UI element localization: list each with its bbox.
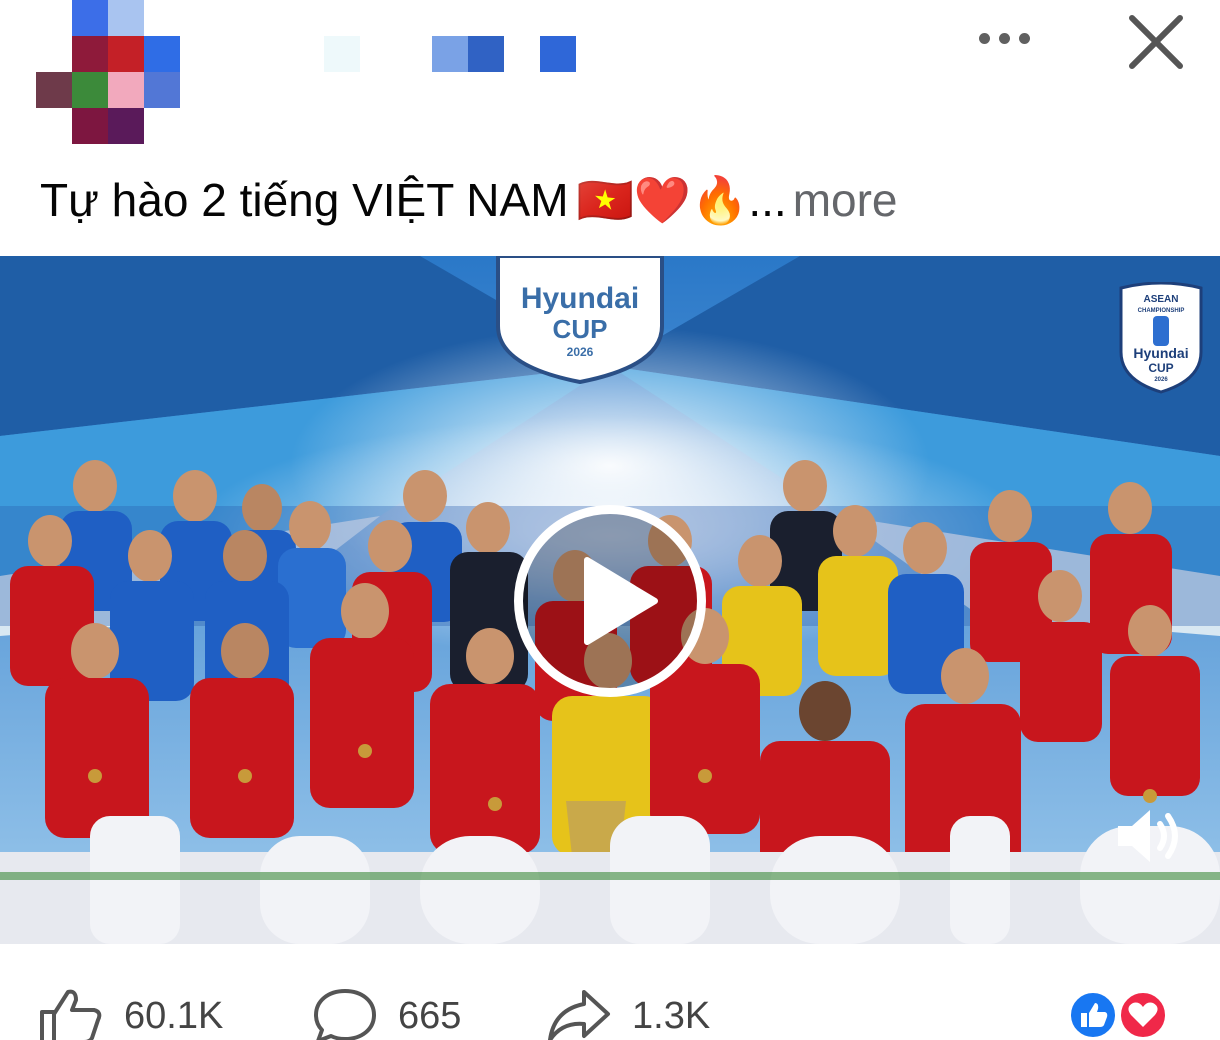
- backdrop-brand: Hyundai: [521, 282, 639, 315]
- author-name-block: [468, 36, 504, 72]
- post-actions-bar: 60.1K 665 1.3K: [0, 970, 1220, 1040]
- comment-count: 665: [398, 994, 462, 1037]
- comment-icon: [314, 989, 376, 1040]
- close-icon: [1129, 15, 1183, 69]
- like-reaction-icon: [1068, 990, 1118, 1040]
- thumbs-up-icon: [40, 989, 102, 1040]
- post-caption: Tự hào 2 tiếng VIỆT NAM 🇻🇳❤️🔥 ... more: [40, 170, 898, 230]
- logo-asean: ASEAN: [1143, 294, 1178, 305]
- caption-emojis: 🇻🇳❤️🔥: [576, 173, 749, 226]
- share-count: 1.3K: [632, 994, 711, 1037]
- logo-brand: Hyundai: [1133, 345, 1188, 361]
- play-button[interactable]: [514, 505, 706, 697]
- comment-button[interactable]: 665: [312, 988, 461, 1040]
- logo-cup: CUP: [1148, 361, 1173, 375]
- author-name[interactable]: [324, 36, 360, 72]
- speaker-icon: [1118, 810, 1178, 862]
- logo-championship: CHAMPIONSHIP: [1138, 308, 1185, 314]
- backdrop-year: 2026: [567, 345, 594, 359]
- tournament-logo: ASEAN CHAMPIONSHIP Hyundai CUP 2026: [1117, 281, 1205, 394]
- menu-dot: [998, 32, 1010, 44]
- avatar[interactable]: [36, 0, 180, 144]
- menu-dot: [1018, 32, 1030, 44]
- play-icon: [584, 557, 658, 645]
- more-options-button[interactable]: [968, 18, 1040, 58]
- like-count: 60.1K: [124, 994, 224, 1037]
- more-horizontal-icon: [978, 32, 990, 44]
- caption-ellipsis: ...: [748, 174, 787, 226]
- reactions-summary[interactable]: [1068, 990, 1178, 1040]
- see-more-link[interactable]: more: [793, 173, 898, 227]
- author-name-block: [432, 36, 468, 72]
- author-name-block: [540, 36, 576, 72]
- love-reaction-icon: [1118, 990, 1168, 1040]
- close-button[interactable]: [1122, 8, 1190, 76]
- like-button[interactable]: 60.1K: [38, 988, 223, 1040]
- caption-text: Tự hào 2 tiếng VIỆT NAM: [40, 174, 569, 226]
- share-button[interactable]: 1.3K: [546, 988, 710, 1040]
- post-header: [0, 0, 1220, 150]
- logo-year: 2026: [1154, 377, 1168, 383]
- backdrop-cup: CUP: [553, 314, 608, 344]
- share-icon: [548, 990, 610, 1040]
- sound-toggle-button[interactable]: [1106, 796, 1186, 876]
